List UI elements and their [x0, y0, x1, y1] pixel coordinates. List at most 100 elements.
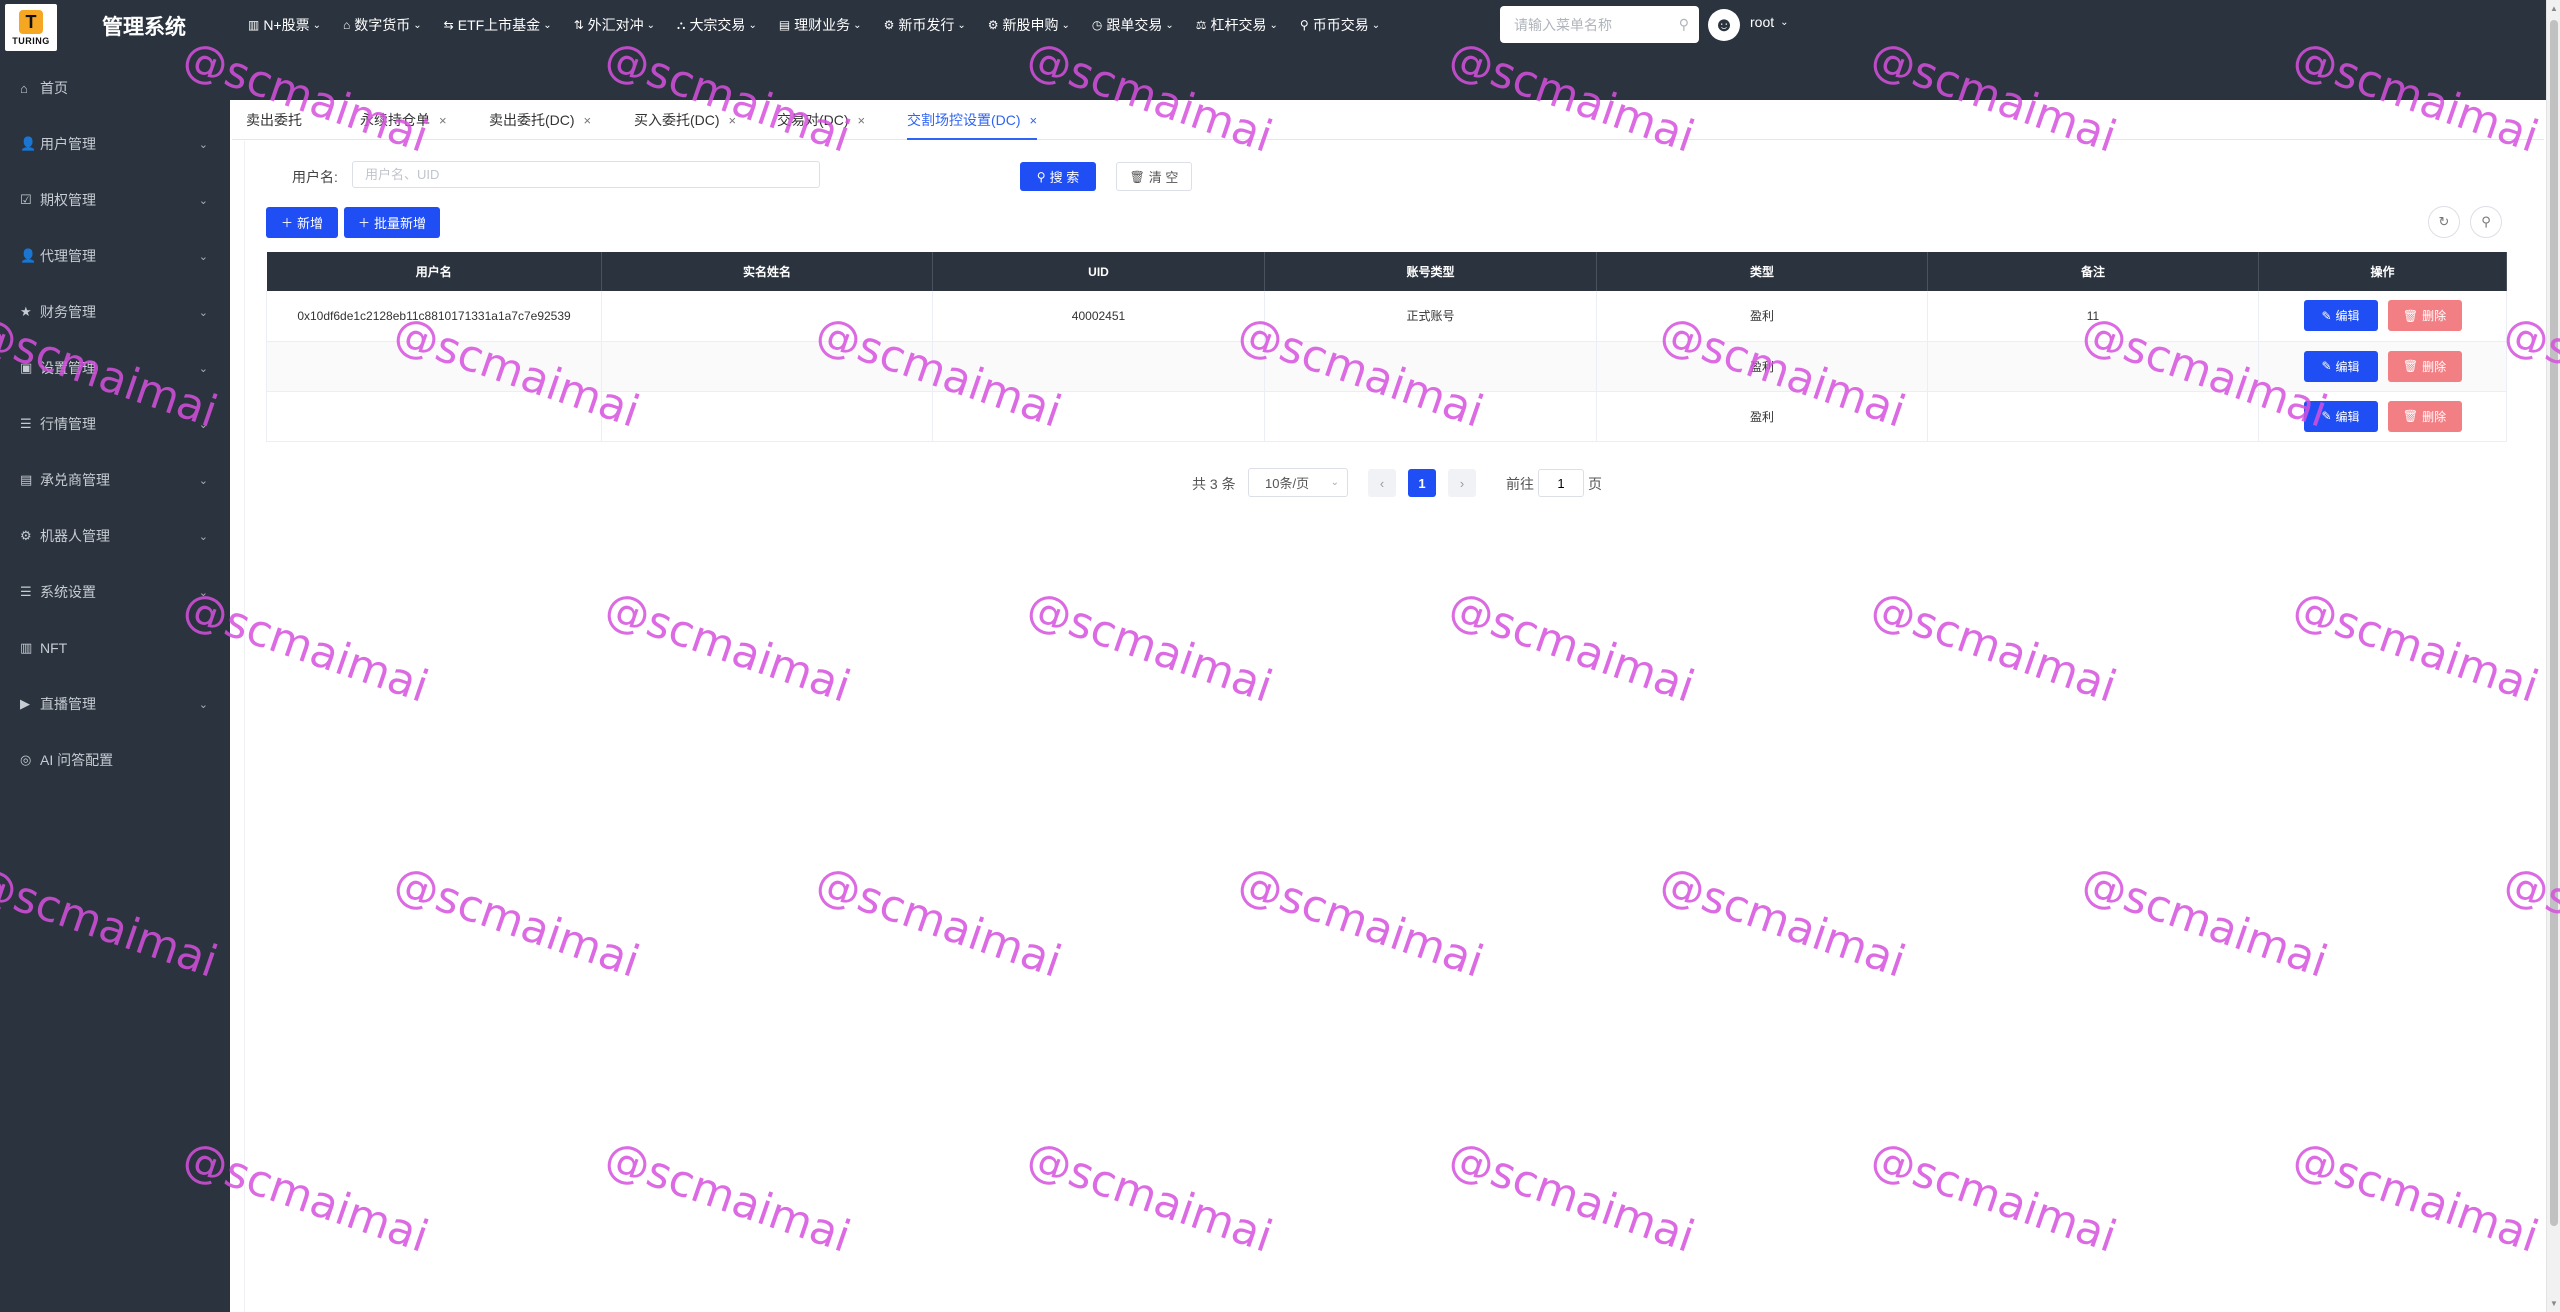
- user-menu[interactable]: root ⌄: [1750, 14, 1789, 30]
- edit-icon: ✎: [2321, 308, 2332, 323]
- edit-button[interactable]: ✎ 编辑: [2303, 300, 2378, 332]
- avatar[interactable]: ☻: [1708, 9, 1740, 41]
- nav-item-label: 理财业务: [794, 17, 851, 33]
- sidebar-item-icon: 👤: [20, 248, 37, 263]
- tab-item[interactable]: 永续持仓单 ×: [360, 110, 447, 130]
- sidebar-item-label: 设置管理: [40, 360, 96, 376]
- app-logo[interactable]: T TURING: [5, 4, 57, 51]
- close-icon[interactable]: ×: [858, 113, 866, 128]
- scroll-down-icon[interactable]: ▼: [2550, 1299, 2558, 1308]
- chevron-down-icon: ⌄: [198, 418, 208, 431]
- table-cell-account-type: [1264, 391, 1597, 442]
- close-icon[interactable]: ×: [1030, 113, 1038, 128]
- scroll-up-icon[interactable]: ▲: [2550, 4, 2558, 13]
- sidebar-item[interactable]: ☑ 期权管理 ⌄: [0, 172, 230, 228]
- goto-page-input[interactable]: [1538, 469, 1584, 497]
- sidebar-item[interactable]: ◎ AI 问答配置: [0, 732, 230, 788]
- row-actions: ✎ 编辑 🗑 删除: [2259, 300, 2506, 332]
- table-header-cell: 账号类型: [1264, 252, 1597, 291]
- sidebar-item-icon: ☰: [20, 584, 32, 599]
- chevron-right-icon: ›: [1459, 475, 1465, 491]
- clear-button[interactable]: 🗑 清 空: [1116, 162, 1192, 191]
- delete-button[interactable]: 🗑 删除: [2387, 350, 2462, 382]
- top-nav: ▥ N+股票 ⌄ ⌂ 数字货币 ⌄ ⇆ ETF上市基金 ⌄ ⇅ 外汇对冲 ⌄ ⛬ 大宗交易 ⌄ ▤ 理财业务 ⌄ ⚙…: [248, 14, 1402, 36]
- chevron-down-icon: ⌄: [198, 194, 208, 207]
- sidebar-item[interactable]: 👤 用户管理 ⌄: [0, 116, 230, 172]
- table-cell-actions: ✎ 编辑 🗑 删除: [2258, 341, 2507, 392]
- top-nav-item[interactable]: ▤ 理财业务 ⌄: [779, 14, 862, 36]
- tab-item[interactable]: 卖出委托(DC) ×: [489, 110, 591, 130]
- top-nav-item[interactable]: ⚙ 新股申购 ⌄: [988, 14, 1070, 36]
- search-button[interactable]: ⚲ 搜 索: [1020, 162, 1096, 191]
- edit-button-label: 编辑: [2335, 359, 2360, 374]
- top-nav-item[interactable]: ⚙ 新币发行 ⌄: [884, 14, 966, 36]
- search-icon[interactable]: ⚲: [1679, 16, 1689, 33]
- top-nav-item[interactable]: ⌂ 数字货币 ⌄: [343, 14, 422, 36]
- top-nav-item[interactable]: ⇆ ETF上市基金 ⌄: [444, 14, 552, 36]
- edit-button[interactable]: ✎ 编辑: [2303, 400, 2378, 432]
- top-nav-item[interactable]: ⛬ 大宗交易 ⌄: [677, 14, 757, 36]
- add-button[interactable]: ＋ 新增: [266, 207, 338, 238]
- top-nav-item[interactable]: ◷ 跟单交易 ⌄: [1092, 14, 1174, 36]
- sidebar-item[interactable]: ☰ 行情管理 ⌄: [0, 396, 230, 452]
- page-scrollbar[interactable]: ▲ ▼: [2546, 0, 2560, 1312]
- close-icon[interactable]: ×: [584, 113, 592, 128]
- table-cell-type: 盈利: [1596, 341, 1928, 392]
- batch-add-button[interactable]: ＋ 批量新增: [344, 207, 440, 238]
- top-nav-item[interactable]: ⚖ 杠杆交易 ⌄: [1196, 14, 1278, 36]
- plus-icon: ＋: [357, 216, 370, 230]
- top-nav-item[interactable]: ▥ N+股票 ⌄: [248, 14, 321, 36]
- nav-item-icon: ▥: [248, 18, 260, 32]
- table-header-cell: 用户名: [266, 252, 602, 291]
- page-suffix: 页: [1588, 476, 1602, 492]
- scrollbar-thumb[interactable]: [2550, 20, 2558, 1226]
- tabs-bar: 卖出委托 永续持仓单 × 卖出委托(DC) × 买入委托(DC) × 交易对(DC) × 交割场控…: [232, 100, 2544, 140]
- logo-mark: T: [19, 9, 43, 34]
- sidebar-item[interactable]: ▤ 承兑商管理 ⌄: [0, 452, 230, 508]
- menu-search-input[interactable]: [1514, 16, 1664, 33]
- delete-button[interactable]: 🗑 删除: [2387, 300, 2462, 332]
- chevron-down-icon: ⌄: [198, 530, 208, 543]
- table-header-cell: 操作: [2258, 252, 2507, 291]
- table-cell-remark: 11: [1927, 291, 2259, 342]
- sidebar-item[interactable]: 👤 代理管理 ⌄: [0, 228, 230, 284]
- top-nav-item[interactable]: ⚲ 币币交易 ⌄: [1300, 14, 1380, 36]
- tab-item[interactable]: 交割场控设置(DC) ×: [907, 110, 1038, 140]
- sidebar-item[interactable]: ▶ 直播管理 ⌄: [0, 676, 230, 732]
- sidebar-item[interactable]: ⚙ 机器人管理 ⌄: [0, 508, 230, 564]
- top-nav-item[interactable]: ⇅ 外汇对冲 ⌄: [574, 14, 655, 36]
- table-cell-type: 盈利: [1596, 291, 1928, 342]
- table-cell-username: [266, 341, 602, 392]
- sidebar-item[interactable]: ⌂ 首页: [0, 60, 230, 116]
- sidebar-item[interactable]: ☰ 系统设置 ⌄: [0, 564, 230, 620]
- sidebar-item-label: AI 问答配置: [40, 752, 114, 768]
- sidebar-item-label: 行情管理: [40, 416, 96, 432]
- close-icon[interactable]: ×: [729, 113, 737, 128]
- sidebar-item-icon: ⚙: [20, 528, 32, 543]
- tab-item[interactable]: 卖出委托: [246, 110, 302, 130]
- sidebar-item[interactable]: ▥ NFT: [0, 620, 230, 676]
- next-page-button[interactable]: ›: [1448, 469, 1476, 497]
- table-row: 盈利 ✎ 编辑 🗑 删除: [266, 391, 2507, 442]
- close-icon[interactable]: ×: [439, 113, 447, 128]
- tab-item[interactable]: 买入委托(DC) ×: [634, 110, 736, 130]
- sidebar-item-label: 期权管理: [40, 192, 96, 208]
- toggle-search-button[interactable]: ⚲: [2470, 206, 2502, 238]
- delete-button[interactable]: 🗑 删除: [2387, 400, 2462, 432]
- refresh-button[interactable]: ↻: [2428, 206, 2460, 238]
- tab-item[interactable]: 交易对(DC) ×: [777, 110, 865, 130]
- sidebar-item-icon: ▶: [20, 696, 30, 711]
- edit-button[interactable]: ✎ 编辑: [2303, 350, 2378, 382]
- table-row: 盈利 ✎ 编辑 🗑 删除: [266, 341, 2507, 392]
- table-header-row: 用户名 实名姓名 UID 账号类型 类型 备注 操作: [266, 252, 2507, 291]
- prev-page-button[interactable]: ‹: [1368, 469, 1396, 497]
- sidebar-item[interactable]: ★ 财务管理 ⌄: [0, 284, 230, 340]
- page-number-current[interactable]: 1: [1408, 469, 1436, 497]
- tab-label: 交易对(DC): [777, 112, 849, 128]
- username-input[interactable]: [352, 161, 820, 188]
- page-size-select[interactable]: 10条/页 ⌄: [1248, 468, 1348, 497]
- sidebar-item[interactable]: ▣ 设置管理 ⌄: [0, 340, 230, 396]
- search-icon: ⚲: [2481, 214, 2491, 229]
- sidebar-item-icon: ★: [20, 304, 32, 319]
- trash-icon: 🗑: [2402, 359, 2419, 373]
